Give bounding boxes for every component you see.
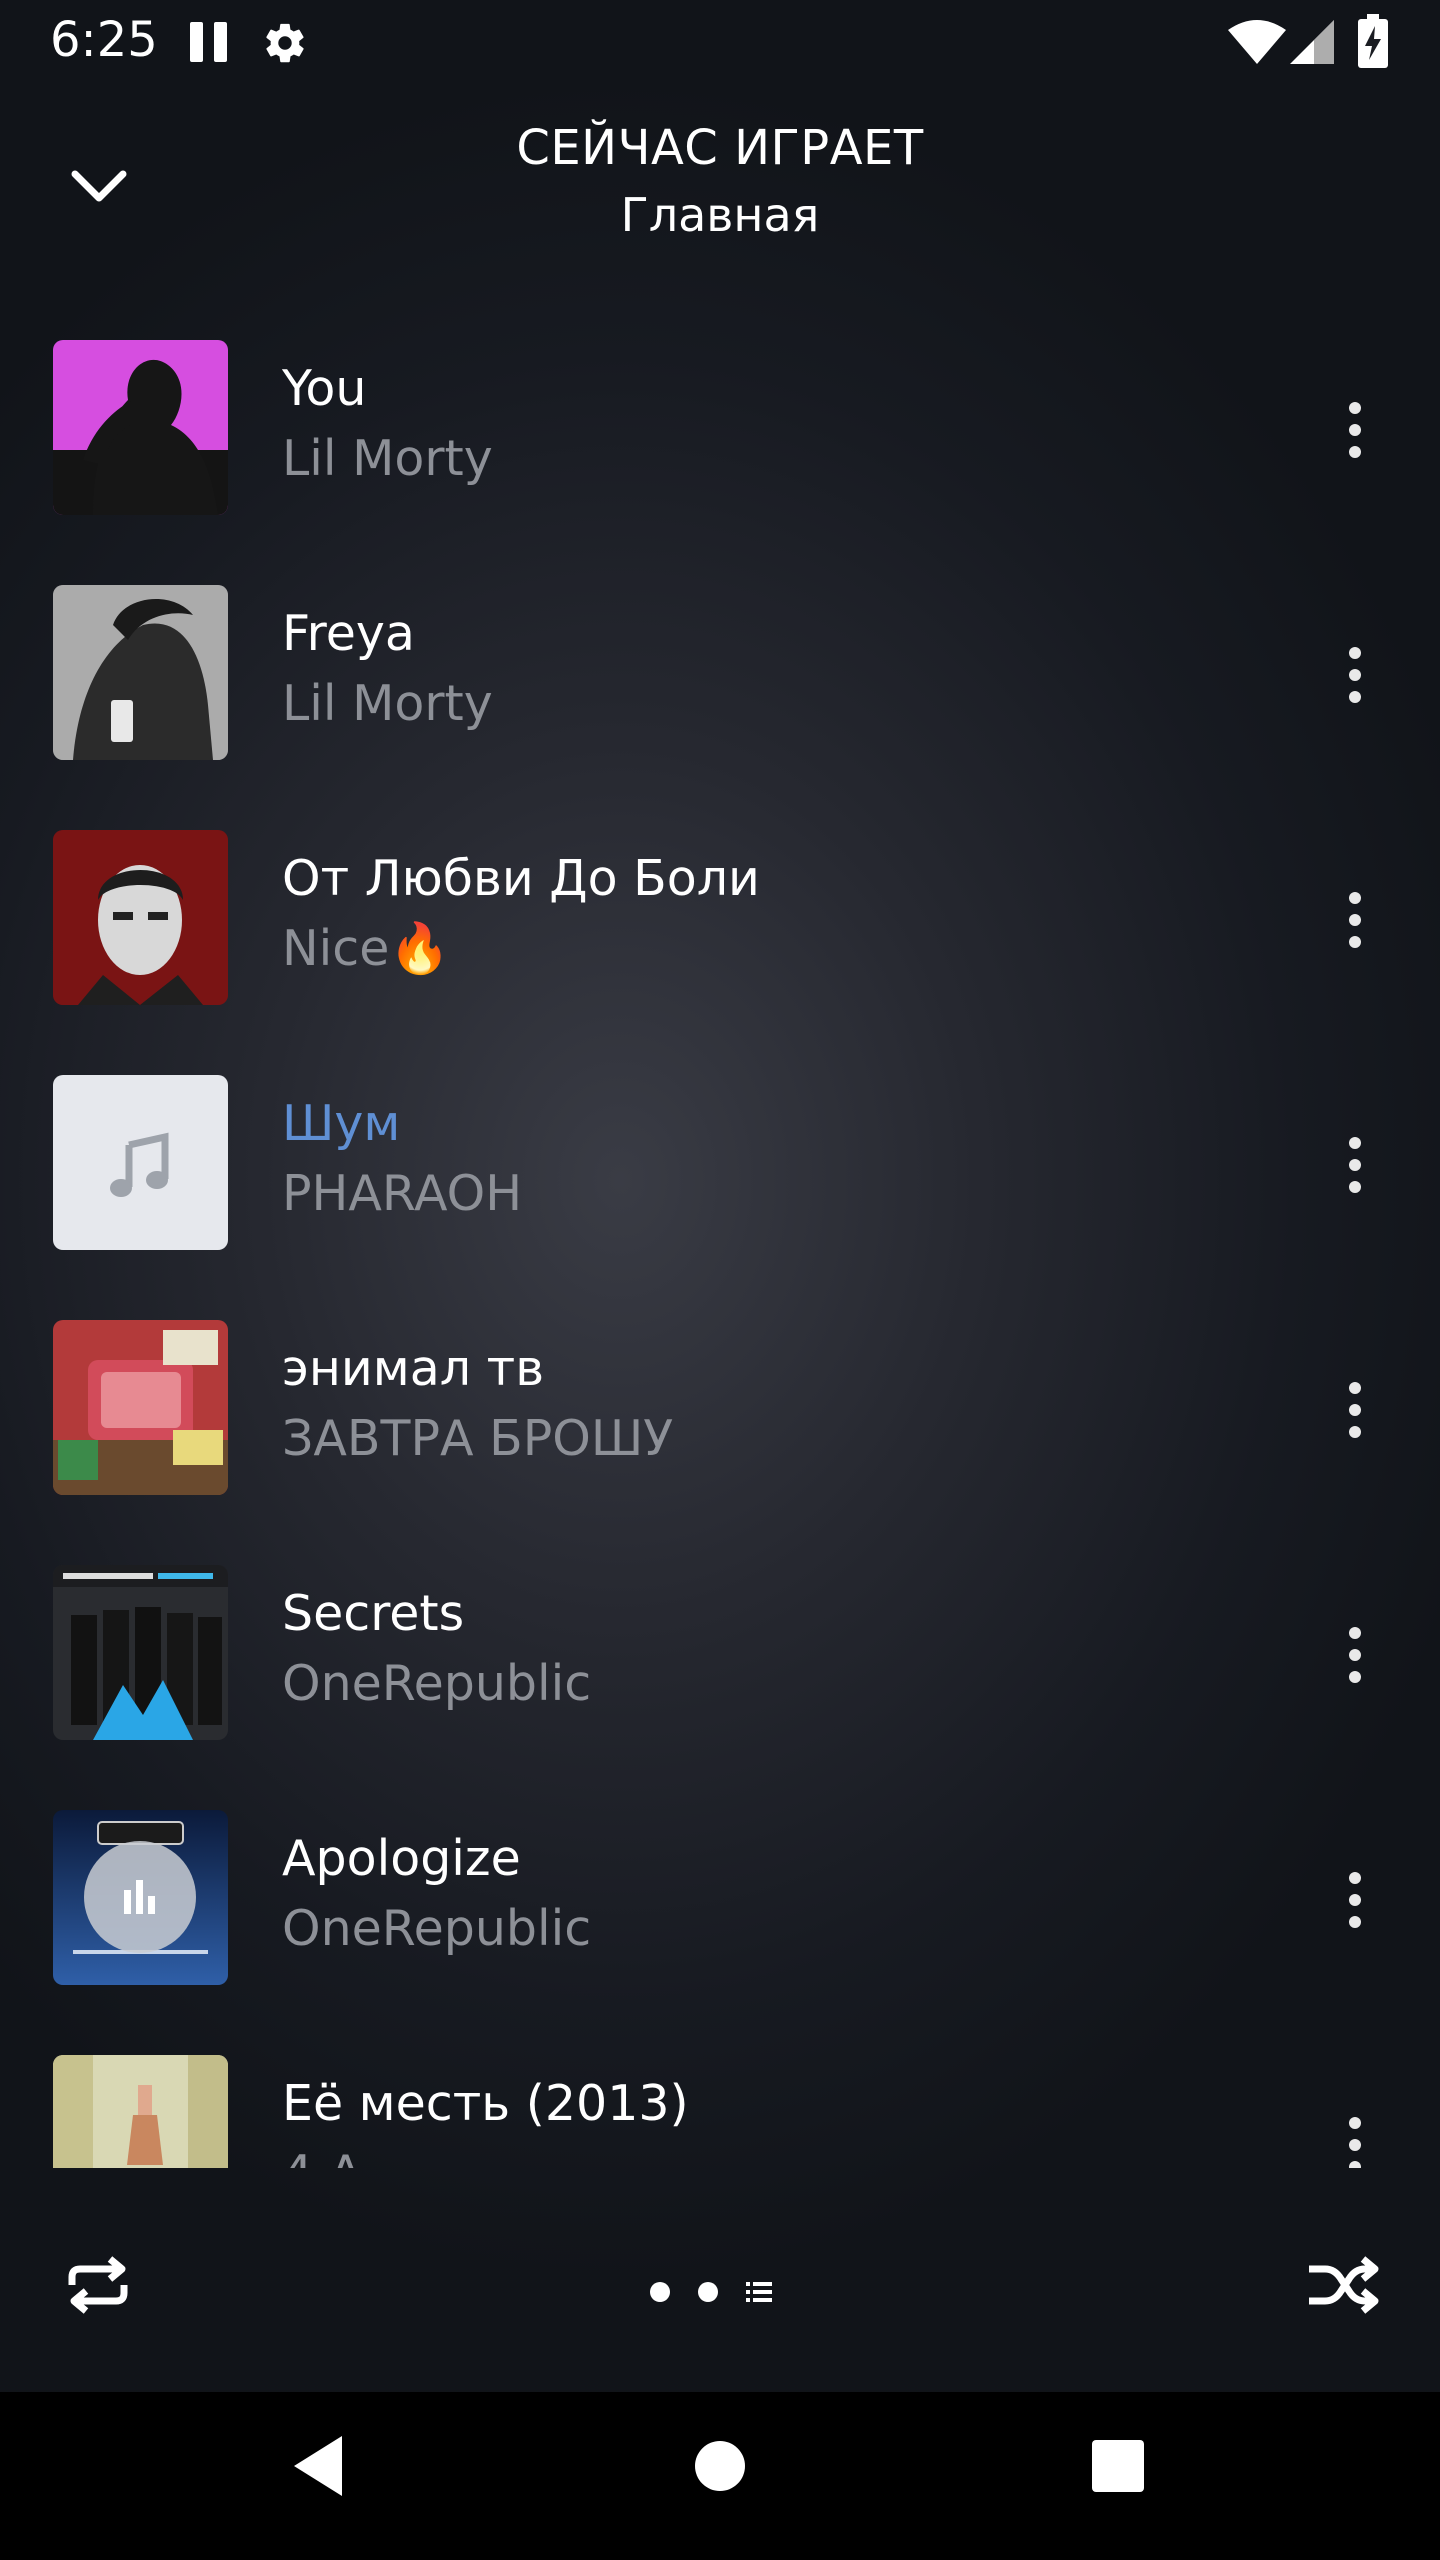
track-more-button[interactable]: [1325, 380, 1385, 480]
more-vert-icon: [1349, 2117, 1361, 2129]
track-more-button[interactable]: [1325, 1850, 1385, 1950]
track-title: Freya: [282, 605, 415, 662]
home-icon: [695, 2441, 745, 2491]
track-title: Secrets: [282, 1585, 465, 1642]
track-row-current[interactable]: Шум PHARAOH: [0, 1045, 1440, 1290]
cell-signal-icon: [1290, 20, 1334, 68]
queue-list-icon[interactable]: [746, 2280, 772, 2304]
page-indicator: [650, 2280, 772, 2304]
album-cover: [53, 340, 228, 515]
nav-recents-button[interactable]: [1090, 2432, 1146, 2504]
equalizer-icon: [124, 1880, 155, 1914]
page-dot[interactable]: [698, 2282, 718, 2302]
now-playing-screen: 6:25 СЕЙЧАС ИГРАЕТ Главная You Lil Morty…: [0, 0, 1440, 2392]
track-artist: PHARAOH: [282, 1165, 523, 1222]
page-dot[interactable]: [650, 2282, 670, 2302]
album-cover-placeholder: [53, 1075, 228, 1250]
gear-icon: [262, 20, 308, 70]
more-vert-icon: [1349, 1382, 1361, 1394]
back-icon: [294, 2436, 342, 2496]
more-vert-icon: [1349, 1137, 1361, 1149]
track-artist: OneRepublic: [282, 1655, 592, 1712]
music-note-icon: [110, 1132, 169, 1197]
playback-controls: [0, 2220, 1440, 2370]
track-more-button[interactable]: [1325, 1360, 1385, 1460]
nav-home-button[interactable]: [693, 2432, 747, 2504]
track-artist: Nice🔥: [282, 920, 451, 977]
track-artist: Lil Morty: [282, 430, 493, 487]
track-artist: Lil Morty: [282, 675, 493, 732]
wifi-icon: [1228, 20, 1286, 68]
playlist-name: Главная: [620, 188, 820, 242]
track-artist: OneRepublic: [282, 1900, 592, 1957]
track-more-button[interactable]: [1325, 870, 1385, 970]
album-cover: [53, 1320, 228, 1495]
repeat-icon: [68, 2256, 128, 2314]
album-cover: [53, 585, 228, 760]
track-title: You: [282, 360, 367, 417]
shuffle-icon: [1309, 2256, 1379, 2314]
track-row[interactable]: Secrets OneRepublic: [0, 1535, 1440, 1780]
track-title: Шум: [282, 1095, 401, 1152]
track-title: Apologize: [282, 1830, 521, 1887]
track-more-button[interactable]: [1325, 2095, 1385, 2168]
more-vert-icon: [1349, 647, 1361, 659]
track-row[interactable]: You Lil Morty: [0, 310, 1440, 555]
more-vert-icon: [1349, 1627, 1361, 1639]
track-more-button[interactable]: [1325, 1115, 1385, 1215]
track-title: От Любви До Боли: [282, 850, 760, 907]
album-cover: [53, 2055, 228, 2168]
album-cover: [53, 830, 228, 1005]
recents-icon: [1092, 2440, 1144, 2492]
repeat-button[interactable]: [60, 2255, 136, 2319]
album-cover: [53, 1810, 228, 1985]
track-title: Её месть (2013): [282, 2075, 689, 2132]
battery-charging-icon: [1358, 14, 1388, 72]
track-more-button[interactable]: [1325, 1605, 1385, 1705]
track-row[interactable]: Её месть (2013) 4 A...: [0, 2025, 1440, 2168]
page-title: СЕЙЧАС ИГРАЕТ: [516, 120, 924, 176]
track-artist: ЗАВТРА БРОШУ: [282, 1410, 674, 1467]
track-row-playing[interactable]: Apologize OneRepublic: [0, 1780, 1440, 2025]
shuffle-button[interactable]: [1305, 2255, 1381, 2319]
track-artist: 4 A...: [282, 2145, 408, 2168]
track-row[interactable]: Freya Lil Morty: [0, 555, 1440, 800]
track-title: энимал тв: [282, 1340, 545, 1397]
track-row[interactable]: От Любви До Боли Nice🔥: [0, 800, 1440, 1045]
nav-back-button[interactable]: [288, 2432, 348, 2504]
track-row[interactable]: энимал тв ЗАВТРА БРОШУ: [0, 1290, 1440, 1535]
system-nav-bar: [0, 2392, 1440, 2560]
status-time: 6:25: [50, 12, 158, 68]
status-bar: 6:25: [0, 0, 1440, 84]
album-cover: [53, 1565, 228, 1740]
more-vert-icon: [1349, 1872, 1361, 1884]
more-vert-icon: [1349, 892, 1361, 904]
more-vert-icon: [1349, 402, 1361, 414]
queue-list[interactable]: You Lil Morty Freya Lil Morty От Любви Д…: [0, 310, 1440, 2168]
pause-icon: [190, 22, 228, 62]
track-more-button[interactable]: [1325, 625, 1385, 725]
